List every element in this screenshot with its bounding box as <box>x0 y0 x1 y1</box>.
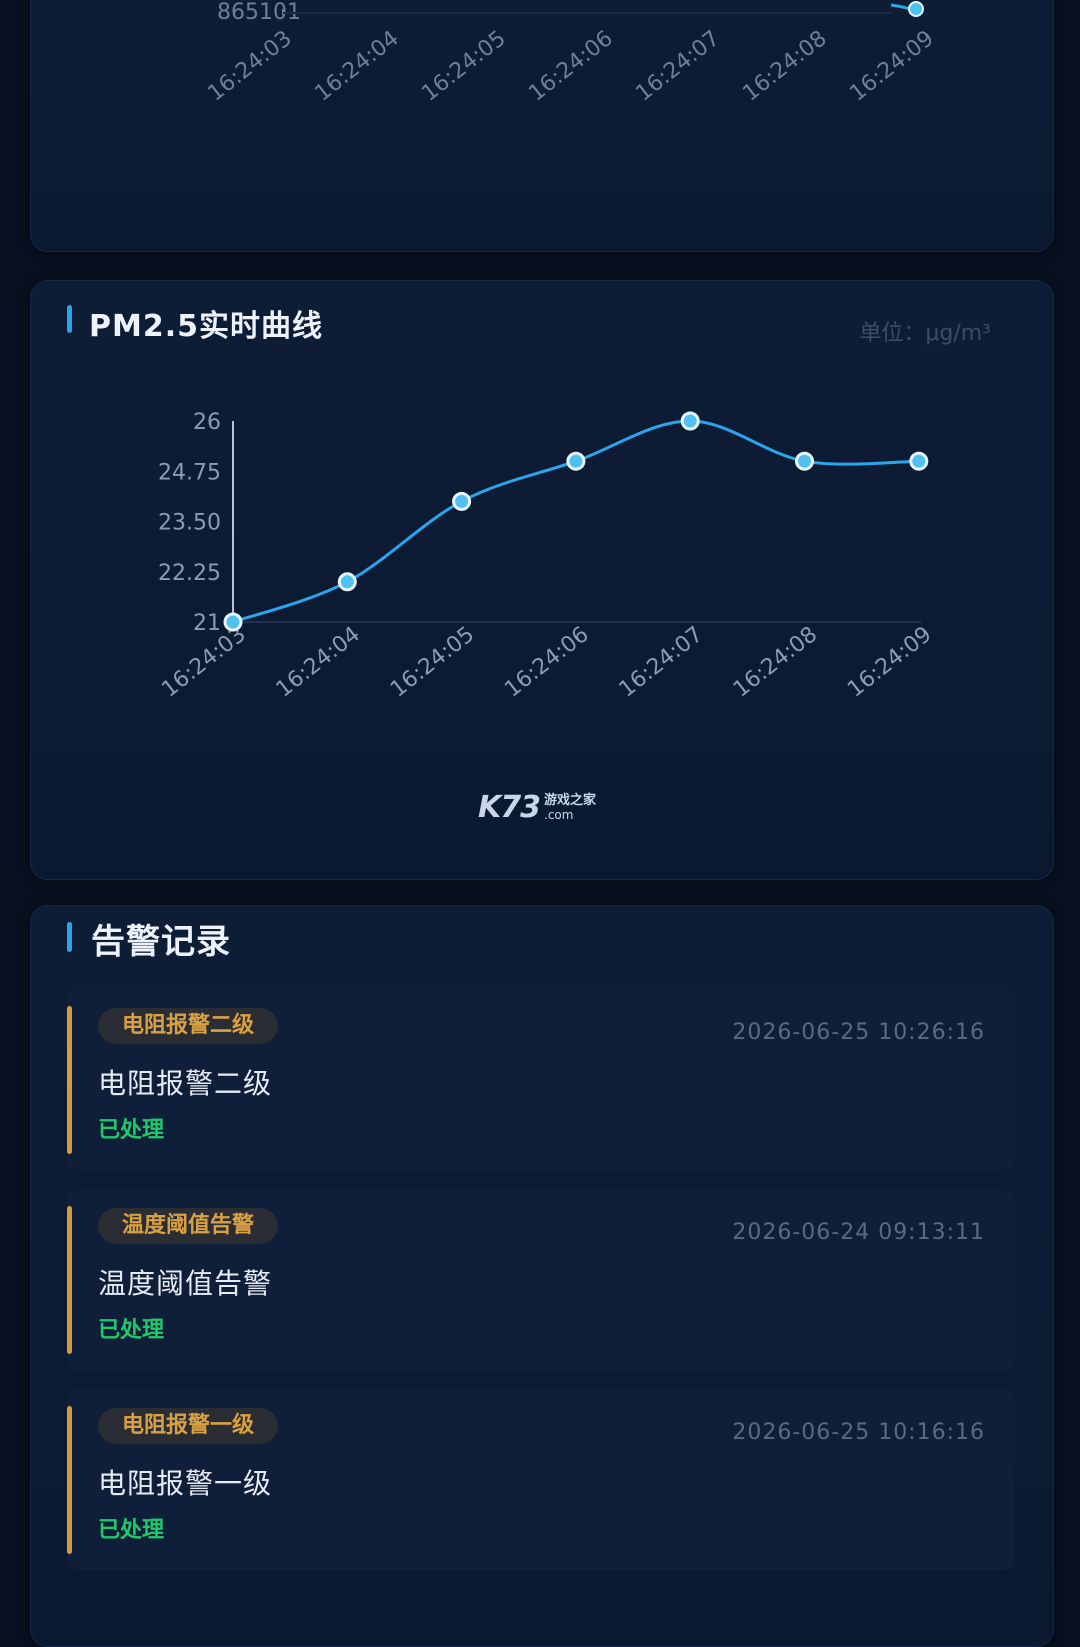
data-point[interactable] <box>337 572 357 592</box>
alarm-time: 2026-06-25 10:26:16 <box>732 1020 985 1045</box>
top-x-tick-label: 16:24:09 <box>845 26 938 107</box>
watermark-cn: 游戏之家 <box>544 792 597 808</box>
alarm-level-badge: 电阻报警一级 <box>98 1408 279 1444</box>
data-point[interactable] <box>680 411 700 431</box>
x-tick-label: 16:24:09 <box>843 622 936 703</box>
top-x-tick-label: 16:24:06 <box>524 26 617 107</box>
x-tick-label: 16:24:08 <box>729 622 822 703</box>
data-point[interactable] <box>909 451 929 471</box>
alarm-accent-bar <box>67 1206 72 1354</box>
title-accent-bar <box>67 922 72 952</box>
top-x-tick-label: 16:24:07 <box>631 26 724 107</box>
alarm-time: 2026-06-24 09:13:11 <box>732 1220 985 1245</box>
x-tick-label: 16:24:06 <box>500 622 593 703</box>
y-tick-label: 21 <box>193 611 221 636</box>
alarm-record-item[interactable]: 温度阈值告警 2026-06-24 09:13:11 温度阈值告警 已处理 <box>67 1190 1015 1370</box>
data-point[interactable] <box>566 451 586 471</box>
watermark-k73: K73 <box>478 790 541 825</box>
alarm-record-item[interactable]: 电阻报警一级 2026-06-25 10:16:16 电阻报警一级 已处理 <box>67 1390 1015 1570</box>
data-point[interactable] <box>795 451 814 471</box>
alarm-name: 电阻报警二级 <box>98 1067 273 1100</box>
alarm-record-item[interactable]: 电阻报警二级 2026-06-25 10:26:16 电阻报警二级 已处理 <box>67 990 1015 1170</box>
y-tick-label: 24.75 <box>158 460 221 485</box>
x-tick-label: 16:24:07 <box>615 622 708 703</box>
alarm-accent-bar <box>67 1006 72 1154</box>
top-x-tick-label: 16:24:08 <box>738 26 831 107</box>
alarm-status: 已处理 <box>98 1118 165 1143</box>
watermark-com: .com <box>544 807 574 822</box>
alarm-accent-bar <box>67 1406 72 1554</box>
data-point[interactable] <box>223 612 243 632</box>
alarm-records-card: 告警记录 电阻报警二级 2026-06-25 10:26:16 电阻报警二级 已… <box>30 905 1054 1647</box>
alarm-status: 已处理 <box>98 1318 165 1343</box>
top-chart-card: 865101 16:24:03 16:24:04 16:24:05 16:24:06 1… <box>30 0 1054 252</box>
alarm-status: 已处理 <box>98 1518 165 1543</box>
alarm-time: 2026-06-25 10:16:16 <box>732 1420 985 1445</box>
alarm-level-badge: 电阻报警二级 <box>98 1008 279 1044</box>
watermark-logo: K73 游戏之家 .com <box>478 790 596 825</box>
y-tick-label: 26 <box>193 410 221 435</box>
pm25-series-line <box>232 419 919 624</box>
top-x-tick-label: 16:24:04 <box>310 26 403 107</box>
x-tick-label: 16:24:04 <box>272 622 365 703</box>
x-tick-label: 16:24:05 <box>386 622 479 703</box>
top-line-chart: 865101 16:24:03 16:24:04 16:24:05 16:24:06 1… <box>203 0 938 107</box>
top-x-tick-label: 16:24:03 <box>203 26 296 107</box>
y-tick-label: 23.50 <box>158 511 221 536</box>
alarm-card-title: 告警记录 <box>91 922 231 962</box>
alarm-name: 电阻报警一级 <box>98 1467 273 1500</box>
top-x-tick-label: 16:24:05 <box>417 26 510 107</box>
top-series-point <box>908 1 924 17</box>
data-point[interactable] <box>452 491 472 511</box>
alarm-name: 温度阈值告警 <box>98 1267 273 1300</box>
alarm-level-badge: 温度阈值告警 <box>98 1208 279 1244</box>
y-tick-label: 22.25 <box>158 561 221 586</box>
